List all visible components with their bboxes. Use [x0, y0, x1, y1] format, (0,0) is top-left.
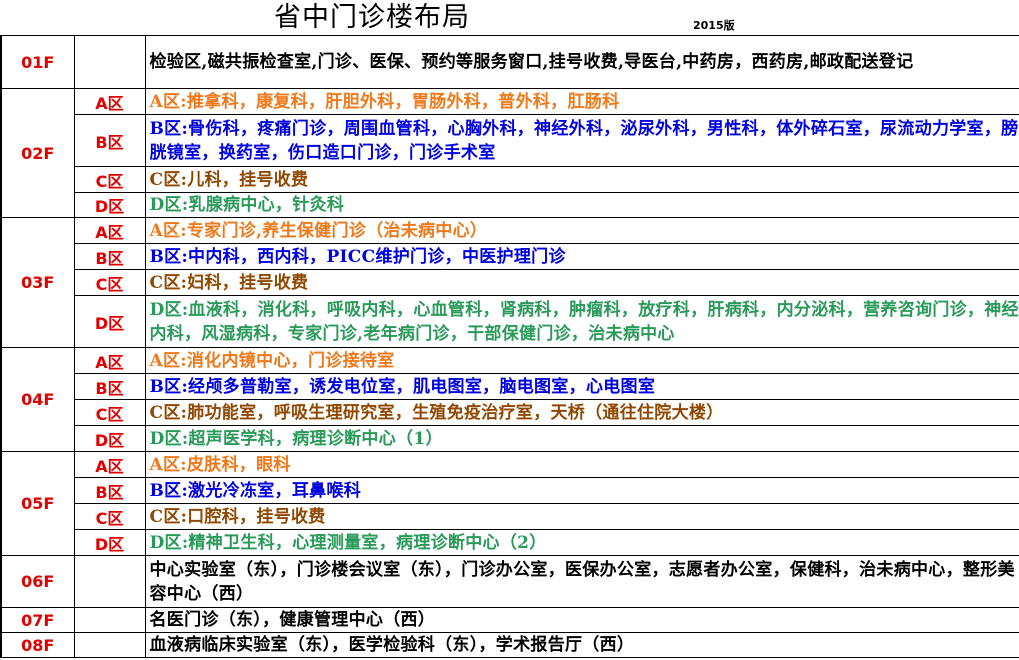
floor-label: 07F [0, 607, 75, 633]
zone-label: A区 [73, 347, 146, 374]
floor-label: 02F [0, 88, 75, 218]
zone-description: C区:儿科，挂号收费 [144, 166, 1019, 193]
zone-row-02f-a: 02F A区 A区:推拿科，康复科，肝胆外科，胃肠外科，普外科，肛肠科 [0, 88, 1019, 218]
zone-cell-empty [73, 35, 146, 89]
zone-label: D区 [73, 295, 146, 348]
floor-row-07f: 07F 名医门诊（东），健康管理中心（西） [0, 607, 1019, 633]
zone-description: A区:皮肤科，眼科 [144, 451, 1019, 478]
floor-description: 血液病临床实验室（东），医学检验科（东），学术报告厅（西） [144, 632, 1019, 658]
zone-label: B区 [73, 114, 146, 167]
floor-label: 01F [0, 35, 75, 89]
version-label: 2015版 [693, 19, 735, 32]
zone-row-02f-c: C区 C区:儿科，挂号收费 [1, 166, 1019, 193]
zone-row-04f-a: 04F A区 A区:消化内镜中心，门诊接待室 [0, 347, 1019, 452]
zone-description: A区:专家门诊,养生保健门诊（治未病中心） [144, 217, 1019, 244]
floor-description: 检验区,磁共振检查室,门诊、医保、预约等服务窗口,挂号收费,导医台,中药房，西药… [144, 35, 1019, 89]
zone-description: D区:精神卫生科，心理测量室，病理诊断中心（2） [144, 529, 1019, 556]
floor-label: 03F [0, 217, 75, 348]
zone-description: A区:消化内镜中心，门诊接待室 [144, 347, 1019, 374]
floor-label: 05F [0, 451, 75, 556]
zone-label: B区 [73, 373, 146, 400]
zone-row-05f-d: D区 D区:精神卫生科，心理测量室，病理诊断中心（2） [1, 529, 1019, 556]
zone-label: B区 [73, 243, 146, 270]
zone-row-03f-d: D区 D区:血液科，消化科，呼吸内科，心血管科，肾病科，肿瘤科，放疗科，肝病科，… [1, 295, 1019, 348]
zone-row-05f-a: 05F A区 A区:皮肤科，眼科 [0, 451, 1019, 556]
zone-description: B区:中内科，西内科，PICC维护门诊，中医护理门诊 [144, 243, 1019, 270]
floor-label: 08F [0, 632, 75, 658]
zone-row-04f-b: B区 B区:经颅多普勒室，诱发电位室，肌电图室，脑电图室，心电图室 [1, 373, 1019, 400]
floor-label: 04F [0, 347, 75, 452]
zone-label: C区 [73, 399, 146, 426]
zone-description: D区:乳腺病中心，针灸科 [144, 192, 1019, 218]
floor-layout-table: 01F 检验区,磁共振检查室,门诊、医保、预约等服务窗口,挂号收费,导医台,中药… [0, 35, 1019, 658]
zone-row-02f-b: B区 B区:骨伤科，疼痛门诊，周围血管科，心胸外科，神经外科，泌尿外科，男性科，… [1, 114, 1019, 167]
zone-row-03f-b: B区 B区:中内科，西内科，PICC维护门诊，中医护理门诊 [1, 243, 1019, 270]
floor-row-08f: 08F 血液病临床实验室（东），医学检验科（东），学术报告厅（西） [0, 632, 1019, 658]
zone-row-03f-c: C区 C区:妇科，挂号收费 [1, 269, 1019, 296]
zone-row-02f-d: D区 D区:乳腺病中心，针灸科 [1, 192, 1019, 218]
zone-description: C区:妇科，挂号收费 [144, 269, 1019, 296]
zone-description: C区:肺功能室，呼吸生理研究室，生殖免疫治疗室，天桥（通往住院大楼） [144, 399, 1019, 426]
zone-label: C区 [73, 166, 146, 193]
zone-row-04f-c: C区 C区:肺功能室，呼吸生理研究室，生殖免疫治疗室，天桥（通往住院大楼） [1, 399, 1019, 426]
header: 省中门诊楼布局 2015版 [0, 0, 1019, 34]
floor-label: 06F [0, 555, 75, 608]
zone-label: B区 [73, 477, 146, 504]
zone-cell-empty [73, 607, 146, 633]
zone-label: A区 [73, 451, 146, 478]
zone-description: B区:激光冷冻室，耳鼻喉科 [144, 477, 1019, 504]
zone-label: D区 [73, 425, 146, 452]
zone-row-04f-d: D区 D区:超声医学科，病理诊断中心（1） [1, 425, 1019, 452]
floor-description: 名医门诊（东），健康管理中心（西） [144, 607, 1019, 633]
zone-label: C区 [73, 269, 146, 296]
zone-row-05f-b: B区 B区:激光冷冻室，耳鼻喉科 [1, 477, 1019, 504]
zone-label: A区 [73, 217, 146, 244]
floor-row-06f: 06F 中心实验室（东），门诊楼会议室（东），门诊办公室，医保办公室，志愿者办公… [0, 555, 1019, 608]
zone-row-03f-a: 03F A区 A区:专家门诊,养生保健门诊（治未病中心） [0, 217, 1019, 348]
zone-description: D区:超声医学科，病理诊断中心（1） [144, 425, 1019, 452]
zone-row-05f-c: C区 C区:口腔科，挂号收费 [1, 503, 1019, 530]
floor-row-01f: 01F 检验区,磁共振检查室,门诊、医保、预约等服务窗口,挂号收费,导医台,中药… [0, 35, 1019, 89]
zone-description: D区:血液科，消化科，呼吸内科，心血管科，肾病科，肿瘤科，放疗科，肝病科，内分泌… [144, 295, 1019, 348]
zone-description: B区:经颅多普勒室，诱发电位室，肌电图室，脑电图室，心电图室 [144, 373, 1019, 400]
zone-label: D区 [73, 192, 146, 218]
zone-label: C区 [73, 503, 146, 530]
floor-description: 中心实验室（东），门诊楼会议室（东），门诊办公室，医保办公室，志愿者办公室，保健… [144, 555, 1019, 608]
zone-description: B区:骨伤科，疼痛门诊，周围血管科，心胸外科，神经外科，泌尿外科，男性科，体外碎… [144, 114, 1019, 167]
page-title: 省中门诊楼布局 [274, 2, 470, 33]
zone-description: C区:口腔科，挂号收费 [144, 503, 1019, 530]
zone-label: A区 [73, 88, 146, 115]
zone-label: D区 [73, 529, 146, 556]
zone-description: A区:推拿科，康复科，肝胆外科，胃肠外科，普外科，肛肠科 [144, 88, 1019, 115]
zone-cell-empty [73, 632, 146, 658]
zone-cell-empty [73, 555, 146, 608]
